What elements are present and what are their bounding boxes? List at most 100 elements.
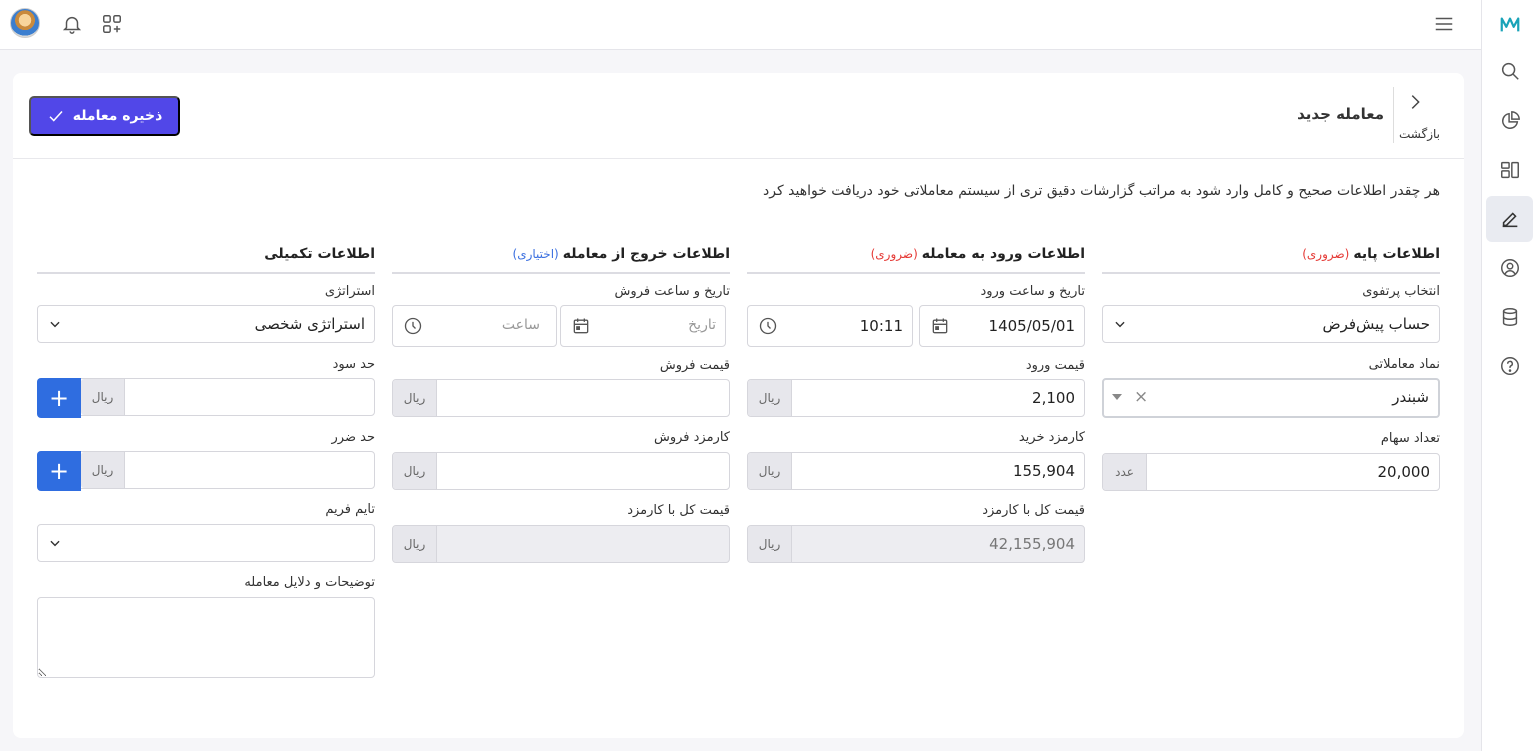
required-tag: (ضروری) (1302, 247, 1350, 261)
entry-time-input[interactable]: 10:11 (747, 305, 913, 347)
strategy-value: استراتژی شخصی (254, 315, 365, 333)
section-title: اطلاعات خروج از معامله(اختیاری) (392, 244, 730, 274)
buy-fee-value: 155,904 (1012, 462, 1075, 480)
apps-add-icon[interactable] (98, 10, 126, 38)
divider (1393, 87, 1394, 143)
exit-total-field: ریال (392, 525, 730, 563)
sell-price-label: قیمت فروش (659, 358, 730, 373)
save-trade-button[interactable]: ذخیره معامله (29, 96, 180, 136)
chevron-right-icon (1411, 95, 1420, 109)
menu-icon[interactable] (1430, 10, 1458, 38)
buy-fee-label: کارمزد خرید (1018, 430, 1085, 445)
database-icon[interactable] (1486, 294, 1533, 340)
sell-fee-input[interactable]: ریال (392, 452, 730, 490)
back-label: بازگشت (1399, 127, 1440, 141)
portfolio-value: حساب پیش‌فرض (1322, 315, 1430, 333)
save-button-label: ذخیره معامله (72, 108, 163, 124)
entry-price-input[interactable]: ریال 2,100 (747, 379, 1085, 417)
entry-total-field: ریال 42,155,904 (747, 525, 1085, 563)
symbol-select[interactable]: شبندر × (1102, 378, 1440, 418)
exit-datetime-label: تاریخ و ساعت فروش (614, 284, 730, 299)
edit-icon[interactable] (1486, 196, 1533, 242)
exit-total-label: قیمت کل با کارمزد (627, 503, 730, 518)
caret-down-icon[interactable] (1112, 394, 1122, 402)
notes-textarea[interactable] (37, 597, 375, 678)
base-info-section: اطلاعات پایه(ضروری) انتخاب پرتفوی حساب پ… (1102, 244, 1440, 491)
unit-label: ریال (393, 380, 437, 416)
shares-unit: عدد (1103, 454, 1147, 490)
exit-time-placeholder: ساعت (501, 317, 540, 333)
required-tag: (ضروری) (870, 247, 918, 261)
shares-input[interactable]: عدد 20,000 (1102, 453, 1440, 491)
section-title: اطلاعات پایه(ضروری) (1102, 244, 1440, 274)
entry-price-label: قیمت ورود (1025, 358, 1085, 373)
notes-label: توضیحات و دلایل معامله (244, 575, 375, 590)
calendar-icon (932, 318, 948, 334)
unit-label: ریال (748, 380, 792, 416)
pie-chart-icon[interactable] (1486, 98, 1533, 144)
take-profit-label: حد سود (332, 357, 375, 372)
strategy-label: استراتژی (324, 284, 375, 299)
portfolio-select[interactable]: حساب پیش‌فرض (1102, 305, 1440, 343)
sell-price-input[interactable]: ریال (392, 379, 730, 417)
unit-label: ریال (81, 379, 125, 415)
section-title-text: اطلاعات خروج از معامله (562, 246, 730, 262)
entry-total-value: 42,155,904 (989, 535, 1075, 553)
timeframe-select[interactable] (37, 524, 375, 562)
entry-date-input[interactable]: 1405/05/01 (919, 305, 1085, 347)
check-icon (49, 110, 63, 122)
dashboard-icon[interactable] (1486, 147, 1533, 193)
portfolio-label: انتخاب پرتفوی (1362, 284, 1440, 299)
exit-time-input[interactable]: ساعت (392, 305, 557, 347)
extra-info-section: اطلاعات تکمیلی استراتژی استراتژی شخصی حد… (37, 244, 375, 678)
strategy-select[interactable]: استراتژی شخصی (37, 305, 375, 343)
help-icon[interactable] (1486, 343, 1533, 389)
add-take-profit-button[interactable]: + (37, 378, 81, 418)
entry-info-section: اطلاعات ورود به معامله(ضروری) تاریخ و سا… (747, 244, 1085, 563)
add-stop-loss-button[interactable]: + (37, 451, 81, 491)
chevron-down-icon (1115, 321, 1125, 328)
entry-price-value: 2,100 (1032, 389, 1075, 407)
avatar[interactable] (10, 8, 40, 38)
user-icon[interactable] (1486, 245, 1533, 291)
logo-icon[interactable] (1486, 2, 1533, 48)
page-header: ذخیره معامله بازگشت معامله جدید (13, 73, 1464, 159)
symbol-label: نماد معاملاتی (1368, 357, 1440, 372)
unit-label: ریال (748, 453, 792, 489)
buy-fee-input[interactable]: ریال 155,904 (747, 452, 1085, 490)
exit-date-placeholder: تاریخ (688, 317, 716, 333)
shares-value: 20,000 (1377, 463, 1431, 481)
section-title: اطلاعات تکمیلی (37, 244, 375, 274)
optional-tag: (اختیاری) (512, 247, 559, 261)
sidebar (1481, 0, 1538, 751)
entry-time-value: 10:11 (859, 317, 903, 335)
stop-loss-label: حد ضرر (331, 430, 375, 445)
chevron-down-icon (50, 321, 60, 328)
stop-loss-input[interactable]: + ریال (37, 451, 375, 491)
sell-fee-label: کارمزد فروش (653, 430, 730, 445)
back-button[interactable]: بازگشت (1392, 89, 1440, 143)
unit-label: ریال (393, 453, 437, 489)
section-title-text: اطلاعات ورود به معامله (921, 246, 1085, 262)
exit-date-input[interactable]: تاریخ (560, 305, 726, 347)
bell-icon[interactable] (58, 10, 86, 38)
unit-label: ریال (748, 526, 792, 562)
trade-form: هر چقدر اطلاعات صحیح و کامل وارد شود به … (13, 159, 1464, 738)
search-icon[interactable] (1486, 48, 1533, 94)
clock-icon (759, 317, 777, 335)
section-title-text: اطلاعات تکمیلی (264, 246, 375, 262)
shares-label: تعداد سهام (1380, 431, 1440, 446)
page-title: معامله جدید (1297, 105, 1384, 123)
timeframe-label: تایم فریم (325, 502, 375, 517)
clear-icon[interactable]: × (1134, 387, 1148, 407)
symbol-value: شبندر (1392, 388, 1429, 406)
chevron-down-icon (50, 540, 60, 547)
top-bar (0, 0, 1481, 50)
intro-text: هر چقدر اطلاعات صحیح و کامل وارد شود به … (763, 183, 1440, 199)
entry-total-label: قیمت کل با کارمزد (982, 503, 1085, 518)
entry-date-value: 1405/05/01 (988, 317, 1075, 335)
entry-datetime-label: تاریخ و ساعت ورود (980, 284, 1085, 299)
section-title-text: اطلاعات پایه (1353, 246, 1440, 262)
take-profit-input[interactable]: + ریال (37, 378, 375, 418)
calendar-icon (573, 318, 589, 334)
